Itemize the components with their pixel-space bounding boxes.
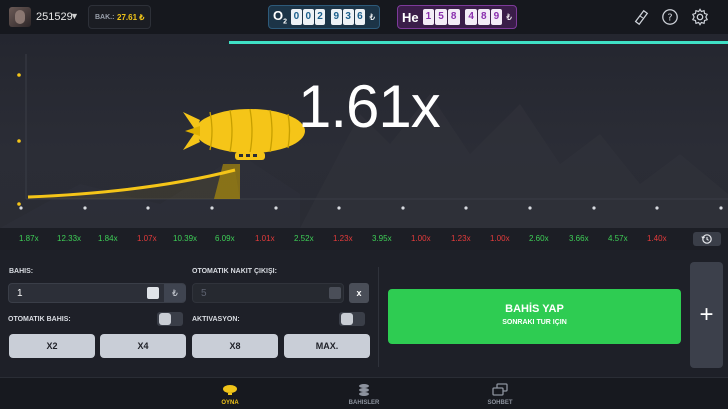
add-bet-panel-button[interactable]: + <box>690 262 723 368</box>
he-label: He <box>402 9 419 25</box>
x8-button[interactable]: X8 <box>192 334 278 358</box>
history-item: 6.09x <box>215 234 235 243</box>
history-item: 2.52x <box>294 234 314 243</box>
place-bet-label: BAHİS YAP <box>505 303 564 315</box>
o2-counter: O2 0 0 2 9 3 6 ₺ <box>268 5 380 29</box>
bet-label: BAHIS: <box>9 268 34 275</box>
auto-cashout-placeholder: 5 <box>201 288 207 299</box>
settings-icon[interactable] <box>691 8 709 26</box>
history-item: 3.66x <box>569 234 589 243</box>
currency-symbol: ₺ <box>369 11 376 22</box>
balance-label: BAK.: <box>95 14 115 21</box>
activation-toggle[interactable] <box>339 312 365 326</box>
he-counter: He 1 5 8 4 8 9 ₺ <box>397 5 517 29</box>
svg-text:?: ? <box>667 13 672 24</box>
history-item: 10.39x <box>173 234 198 243</box>
history-item: 1.87x <box>19 234 39 243</box>
activation-label: AKTIVASYON: <box>192 316 240 323</box>
top-bar: 251529 ▼ BAK.: 27.61 ₺ O2 0 0 2 9 3 6 ₺ … <box>0 0 728 34</box>
ticket-icon[interactable] <box>632 8 650 26</box>
he-digit: 8 <box>477 9 490 25</box>
balance-box: BAK.: 27.61 ₺ <box>88 5 151 29</box>
history-item: 4.57x <box>608 234 628 243</box>
y-axis-dot <box>17 139 21 143</box>
he-digit: 1 <box>422 9 435 25</box>
he-digit: 5 <box>435 9 447 25</box>
auto-cashout-label: OTOMATIK NAKIT ÇIKIŞI: <box>192 268 277 275</box>
history-item: 1.84x <box>98 234 118 243</box>
stepper-icon[interactable] <box>147 287 159 299</box>
zeppelin-nav-icon <box>223 385 237 395</box>
he-digit: 8 <box>447 9 460 25</box>
history-item: 1.07x <box>137 234 157 243</box>
current-multiplier: 1.61x <box>298 73 441 140</box>
bet-amount-value: 1 <box>17 288 23 299</box>
help-icon[interactable]: ? <box>661 8 679 26</box>
game-canvas: 1.61x <box>0 34 728 228</box>
chevron-down-icon[interactable]: ▼ <box>70 11 79 21</box>
history-button[interactable] <box>693 232 721 246</box>
user-id[interactable]: 251529 <box>36 11 73 23</box>
history-item: 1.23x <box>333 234 353 243</box>
history-item: 1.00x <box>490 234 510 243</box>
o2-digit: 3 <box>342 9 354 25</box>
x2-button[interactable]: X2 <box>9 334 95 358</box>
o2-digit: 0 <box>302 9 314 25</box>
history-item: 1.23x <box>451 234 471 243</box>
x4-button[interactable]: X4 <box>100 334 186 358</box>
history-item: 1.40x <box>647 234 667 243</box>
o2-digit: 9 <box>330 9 342 25</box>
bet-amount-field[interactable]: 1 ₺ <box>8 283 186 303</box>
chat-icon <box>492 383 508 396</box>
max-button[interactable]: MAX. <box>284 334 370 358</box>
he-digit: 4 <box>465 9 477 25</box>
auto-bet-label: OTOMATIK BAHIS: <box>8 316 71 323</box>
currency-symbol: ₺ <box>506 11 512 22</box>
o2-digit: 2 <box>314 9 326 25</box>
coins-icon <box>359 384 369 396</box>
game-screen: 251529 ▼ BAK.: 27.61 ₺ O2 0 0 2 9 3 6 ₺ … <box>0 0 728 409</box>
bet-panel: BAHIS: 1 ₺ OTOMATIK NAKIT ÇIKIŞI: 5 x OT… <box>0 257 728 377</box>
history-item: 1.00x <box>411 234 431 243</box>
balance-value: 27.61 ₺ <box>117 13 145 22</box>
o2-label: O2 <box>273 8 288 26</box>
o2-digit: 6 <box>354 9 366 25</box>
nav-bets-label: BAHISLER <box>348 400 380 406</box>
history-item: 12.33x <box>57 234 82 243</box>
history-item: 1.01x <box>255 234 275 243</box>
multiplier-history: 1.87x 12.33x 1.84x 1.07x 10.39x 6.09x 1.… <box>0 228 728 250</box>
zeppelin-icon <box>183 108 305 160</box>
place-bet-button[interactable]: BAHİS YAP SONRAKI TUR IÇIN <box>388 289 681 344</box>
panel-divider <box>378 267 379 367</box>
y-axis-dot <box>17 202 21 206</box>
nav-play[interactable]: OYNA <box>200 378 260 409</box>
y-axis-dot <box>17 73 21 77</box>
checkbox-icon[interactable] <box>329 287 341 299</box>
clear-cashout-button[interactable]: x <box>349 283 369 303</box>
he-digit: 9 <box>490 9 503 25</box>
history-icon <box>701 234 712 244</box>
nav-bets[interactable]: BAHISLER <box>334 378 394 409</box>
history-item: 3.95x <box>372 234 392 243</box>
coin-icon[interactable]: ₺ <box>164 284 186 302</box>
nav-play-label: OYNA <box>221 400 239 406</box>
o2-digit: 0 <box>291 9 302 25</box>
place-bet-sublabel: SONRAKI TUR IÇIN <box>502 319 567 326</box>
nav-chat-label: SOHBET <box>487 400 513 406</box>
user-avatar[interactable] <box>9 7 31 27</box>
nav-chat[interactable]: SOHBET <box>470 378 530 409</box>
auto-bet-toggle[interactable] <box>157 312 183 326</box>
auto-cashout-field[interactable]: 5 <box>192 283 344 303</box>
bottom-nav: OYNA BAHISLER SOHBET <box>0 377 728 409</box>
history-item: 2.60x <box>529 234 549 243</box>
